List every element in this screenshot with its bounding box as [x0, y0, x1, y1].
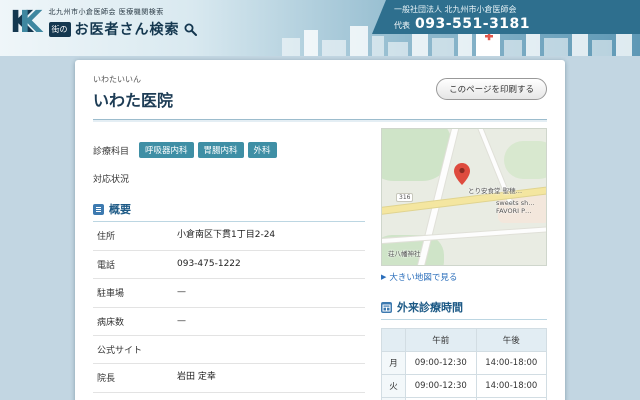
calendar-icon [381, 302, 392, 313]
clinic-info-column: 診療科目 呼吸器内科 胃腸内科 外科 対応状況 概要 [93, 128, 365, 400]
org-name: 一般社団法人 北九州市小倉医師会 [394, 4, 628, 15]
overview-table: 住所小倉南区下貫1丁目2-24 電話093-475-1222 駐車場— 病床数—… [93, 222, 365, 393]
table-row: 公式サイト [93, 336, 365, 364]
triangle-icon: ▶ [381, 273, 386, 281]
site-header: KK 北九州市小倉医師会 医療機関検索 街の お医者さん検索 一般社団法人 北九… [0, 0, 640, 56]
document-icon [93, 204, 104, 215]
org-phone-number: 093-551-3181 [415, 16, 530, 32]
department-badge: 外科 [248, 142, 277, 158]
site-subtitle: 北九州市小倉医師会 医療機関検索 [49, 7, 197, 17]
org-phone-label: 代表 [394, 20, 410, 31]
map-green-area [504, 141, 547, 179]
table-row: 電話093-475-1222 [93, 250, 365, 279]
larger-map-link[interactable]: ▶ 大きい地図で見る [381, 271, 547, 283]
hours-heading: 外来診療時間 [381, 299, 547, 320]
hours-table: 午前 午後 月 09:00-12:30 14:00-18:00 火 09:00-… [381, 328, 547, 400]
department-badge: 胃腸内科 [198, 142, 244, 158]
departments-row: 診療科目 呼吸器内科 胃腸内科 外科 [93, 142, 365, 158]
machi-badge: 街の [49, 22, 71, 37]
overview-heading: 概要 [93, 201, 365, 222]
table-row: 院長岩田 定幸 [93, 364, 365, 393]
title-block: いわたいいん いわた医院 このページを印刷する [93, 74, 547, 120]
table-row: 住所小倉南区下貫1丁目2-24 [93, 222, 365, 250]
table-row: 駐車場— [93, 279, 365, 308]
site-title: お医者さん検索 [75, 19, 180, 39]
print-page-button[interactable]: このページを印刷する [436, 78, 547, 100]
logo-k-mark: KK [10, 8, 43, 38]
departments-label: 診療科目 [93, 144, 129, 157]
search-icon [184, 23, 197, 36]
overview-heading-text: 概要 [109, 201, 131, 217]
map-poi-label: 荘八幡神社 [388, 250, 421, 258]
hours-col-pm: 午後 [476, 329, 547, 352]
map-poi-label: とり安食堂 聖穂… [468, 187, 522, 195]
site-logo[interactable]: KK 北九州市小倉医師会 医療機関検索 街の お医者さん検索 [10, 7, 197, 39]
clinic-detail-card: いわたいいん いわた医院 このページを印刷する 診療科目 呼吸器内科 胃腸内科 … [75, 60, 565, 400]
map-poi-label: sweets sh… FAVORI P… [496, 199, 544, 216]
hours-row: 月 09:00-12:30 14:00-18:00 [382, 352, 547, 375]
hours-corner-cell [382, 329, 406, 352]
status-row: 対応状況 [93, 172, 365, 185]
map-hours-column: 316 とり安食堂 聖穂… sweets sh… FAVORI P… 荘八幡神社… [381, 128, 547, 400]
status-label: 対応状況 [93, 172, 129, 185]
department-badge: 呼吸器内科 [139, 142, 194, 158]
map-pin-icon[interactable] [454, 163, 470, 185]
table-row: 病床数— [93, 307, 365, 336]
route-number-badge: 316 [396, 193, 413, 202]
hours-heading-text: 外来診療時間 [397, 299, 463, 315]
hours-col-am: 午前 [406, 329, 477, 352]
location-map[interactable]: 316 とり安食堂 聖穂… sweets sh… FAVORI P… 荘八幡神社 [381, 128, 547, 266]
org-info-band: 一般社団法人 北九州市小倉医師会 代表 093-551-3181 [372, 0, 640, 34]
hours-row: 火 09:00-12:30 14:00-18:00 [382, 375, 547, 398]
